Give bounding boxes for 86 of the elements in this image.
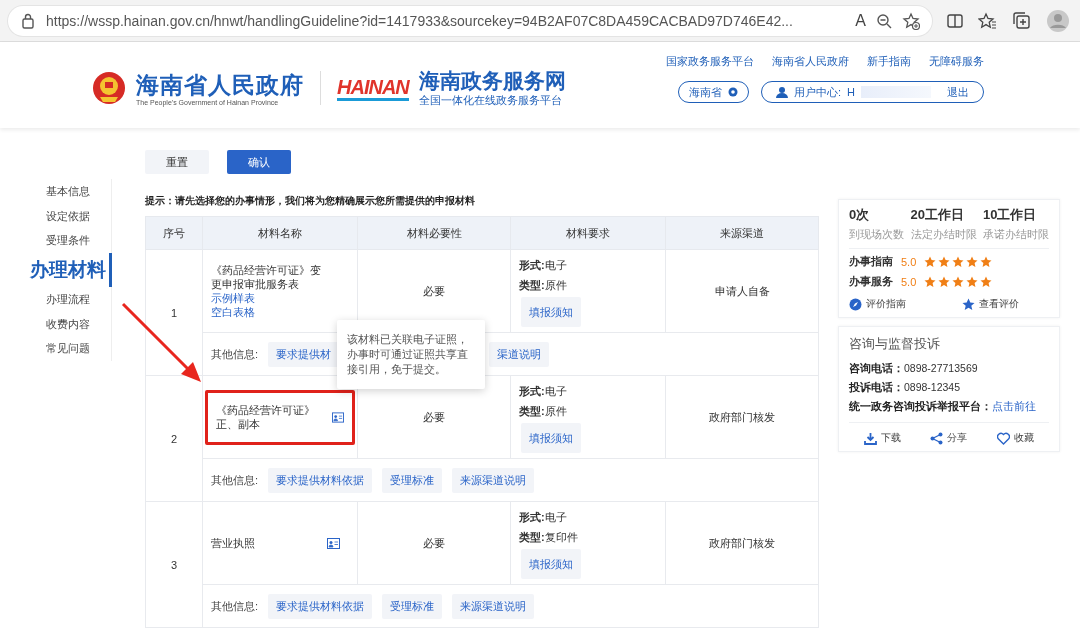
- rating-action-link[interactable]: 评价指南: [849, 297, 906, 311]
- contact-label: 投诉电话：: [849, 381, 904, 393]
- government-title: 海南省人民政府: [136, 70, 304, 99]
- rating-action-link[interactable]: 查看评价: [962, 297, 1019, 311]
- source-text: 政府部门核发: [709, 410, 775, 423]
- other-info-label: 其他信息:: [211, 473, 259, 486]
- other-info-label: 其他信息:: [211, 347, 259, 360]
- top-link[interactable]: 海南省人民政府: [772, 54, 849, 69]
- user-name: H: [847, 86, 855, 98]
- user-center-label[interactable]: 用户中心:: [794, 84, 842, 100]
- other-info-label: 其他信息:: [211, 599, 259, 612]
- form-text: 形式:电子: [519, 510, 568, 525]
- material-name: 《药品经营许可证》变更申报审批服务表: [211, 263, 322, 291]
- column-header: 材料必要性: [357, 216, 511, 250]
- rating-score: 5.0: [901, 255, 917, 268]
- rating-score: 5.0: [901, 275, 917, 288]
- source-text: 申请人自备: [714, 284, 770, 297]
- site-logo: HAINAN: [337, 75, 409, 101]
- contact-label: 统一政务咨询投诉举报平台：: [849, 400, 992, 412]
- necessity-text: 必要: [423, 536, 445, 549]
- info-link[interactable]: 受理标准: [382, 593, 443, 619]
- stat-label: 法定办结时限: [910, 228, 977, 242]
- top-link[interactable]: 新手指南: [867, 54, 911, 69]
- site-title: 海南政务服务网: [418, 68, 566, 94]
- type-text: 类型:复印件: [519, 530, 579, 545]
- nav-item[interactable]: 常见问题: [0, 336, 112, 362]
- confirm-button[interactable]: 确认: [227, 150, 291, 174]
- stat-value: 0次: [849, 206, 871, 224]
- row-number: 2: [170, 432, 178, 445]
- form-link[interactable]: 空白表格: [211, 305, 323, 319]
- nav-item[interactable]: 受理条件: [0, 228, 112, 254]
- top-link[interactable]: 国家政务服务平台: [666, 54, 754, 69]
- column-header: 来源渠道: [665, 216, 819, 250]
- nav-item[interactable]: 办理材料: [0, 253, 112, 288]
- address-bar[interactable]: https://wssp.hainan.gov.cn/hnwt/handlingGuideline?id=1417933&sourcekey=94B2AF07C8DA459CACBAD97D746E42... A: [8, 5, 932, 36]
- footer-action-button[interactable]: 分享: [930, 431, 968, 445]
- row-number: 1: [170, 306, 178, 319]
- stat-label: 到现场次数: [849, 228, 904, 242]
- nav-item[interactable]: 办理流程: [0, 287, 112, 312]
- reset-button[interactable]: 重置: [145, 150, 209, 174]
- footer-action-button[interactable]: 收藏: [997, 431, 1035, 445]
- url-text[interactable]: https://wssp.hainan.gov.cn/hnwt/handlingGuideline?id=1417933&sourcekey=94B2AF07C8DA459CACBAD97D746E42...: [46, 12, 846, 29]
- form-text: 形式:电子: [519, 258, 568, 273]
- nav-item[interactable]: 设定依据: [0, 203, 112, 229]
- source-text: 政府部门核发: [709, 536, 775, 549]
- hint-text: 提示：请先选择您的办事情形，我们将为您精确展示您所需提供的申报材料: [145, 195, 476, 208]
- nav-item[interactable]: 收费内容: [0, 311, 112, 337]
- column-header: 序号: [145, 216, 203, 250]
- contact-title: 咨询与监督投诉: [849, 335, 941, 353]
- type-text: 类型:原件: [519, 278, 568, 293]
- contact-label: 咨询电话：: [849, 362, 904, 374]
- info-link[interactable]: 要求提供材: [268, 341, 340, 367]
- site-subtitle: 全国一体化在线政务服务平台: [418, 94, 563, 108]
- rating-label: 办事指南: [849, 254, 893, 269]
- fill-notice-link[interactable]: 填报须知: [521, 423, 581, 453]
- fill-notice-link[interactable]: 填报须知: [521, 549, 581, 579]
- material-name: 《药品经营许可证》正、副本: [216, 403, 316, 431]
- info-link[interactable]: 来源渠道说明: [452, 593, 535, 619]
- platform-link[interactable]: 点击前往: [992, 400, 1036, 412]
- logout-link[interactable]: 退出: [947, 84, 969, 100]
- info-link[interactable]: 要求提供材料依据: [268, 593, 373, 619]
- necessity-text: 必要: [423, 284, 445, 297]
- material-name: 营业执照: [211, 536, 256, 550]
- row-number: 3: [170, 558, 178, 571]
- rating-label: 办事服务: [849, 274, 893, 289]
- info-link[interactable]: 来源渠道说明: [452, 467, 535, 493]
- footer-action-button[interactable]: 下载: [863, 431, 901, 445]
- form-link[interactable]: 示例样表: [211, 291, 323, 305]
- nav-item[interactable]: 基本信息: [0, 179, 112, 204]
- read-aloud-button[interactable]: A: [855, 11, 866, 30]
- info-link[interactable]: 要求提供材料依据: [268, 467, 373, 493]
- stat-label: 承诺办结时限: [983, 228, 1049, 242]
- type-text: 类型:原件: [519, 404, 568, 419]
- info-link[interactable]: 渠道说明: [489, 341, 550, 367]
- info-link[interactable]: 受理标准: [382, 467, 443, 493]
- necessity-text: 必要: [423, 410, 445, 423]
- stat-value: 20工作日: [910, 206, 965, 224]
- top-link[interactable]: 无障碍服务: [929, 54, 984, 69]
- phone-number: 0898-12345: [904, 381, 961, 393]
- form-text: 形式:电子: [519, 384, 568, 399]
- phone-number: 0898-27713569: [904, 362, 978, 374]
- column-header: 材料名称: [202, 216, 358, 250]
- column-header: 材料要求: [510, 216, 666, 250]
- stat-value: 10工作日: [983, 206, 1038, 224]
- fill-notice-link[interactable]: 填报须知: [521, 297, 581, 327]
- tooltip: 该材料已关联电子证照，办事时可通过证照共享直接引用，免于提交。: [337, 320, 485, 389]
